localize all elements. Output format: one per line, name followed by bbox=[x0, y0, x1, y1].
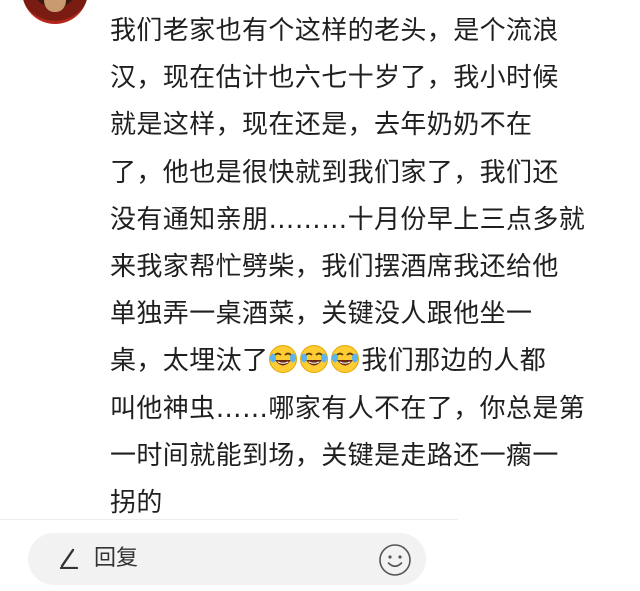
comment-line: 没有通知亲朋………十月份早上三点多就 bbox=[110, 204, 586, 235]
comment-view: 我们老家也有个这样的老头，是个流浪 汉，现在估计也六七十岁了，我小时候 就是这样… bbox=[0, 0, 640, 591]
avatar-face bbox=[44, 0, 66, 12]
comment-line: 一时间就能到场，关键是走路还一瘸一 bbox=[110, 440, 559, 471]
comment-line: 就是这样，现在还是，去年奶奶不在 bbox=[110, 110, 533, 141]
reply-input-bar[interactable]: 回复 bbox=[28, 533, 426, 585]
face-with-tears-of-joy-icon bbox=[331, 345, 360, 374]
face-with-tears-of-joy-icon bbox=[300, 345, 329, 374]
comment-line: 汉，现在估计也六七十岁了，我小时候 bbox=[110, 63, 559, 94]
smiley-face-icon[interactable] bbox=[378, 543, 412, 577]
reply-label[interactable]: 回复 bbox=[94, 544, 138, 574]
divider bbox=[0, 519, 458, 520]
comment-line-text: 我们那边的人都 bbox=[361, 346, 547, 377]
comment-line: 我们老家也有个这样的老头，是个流浪 bbox=[110, 16, 559, 46]
comment-line-text: 桌，太埋汰了 bbox=[110, 346, 269, 377]
pen-icon bbox=[59, 548, 79, 569]
user-avatar[interactable] bbox=[22, 0, 88, 24]
comment-text: 我们老家也有个这样的老头，是个流浪 汉，现在估计也六七十岁了，我小时候 就是这样… bbox=[110, 8, 612, 527]
comment-line: 叫他神虫……哪家有人不在了，你总是第 bbox=[110, 393, 586, 424]
comment-line-with-emoji: 桌，太埋汰了 我们那边的人都 bbox=[110, 338, 612, 385]
comment-line: 来我家帮忙劈柴，我们摆酒席我还给他 bbox=[110, 251, 559, 282]
face-with-tears-of-joy-icon bbox=[269, 345, 298, 374]
comment-line: 了，他也是很快就到我们家了，我们还 bbox=[110, 157, 559, 188]
comment-line: 单独弄一桌酒菜，关键没人跟他坐一 bbox=[110, 299, 533, 330]
